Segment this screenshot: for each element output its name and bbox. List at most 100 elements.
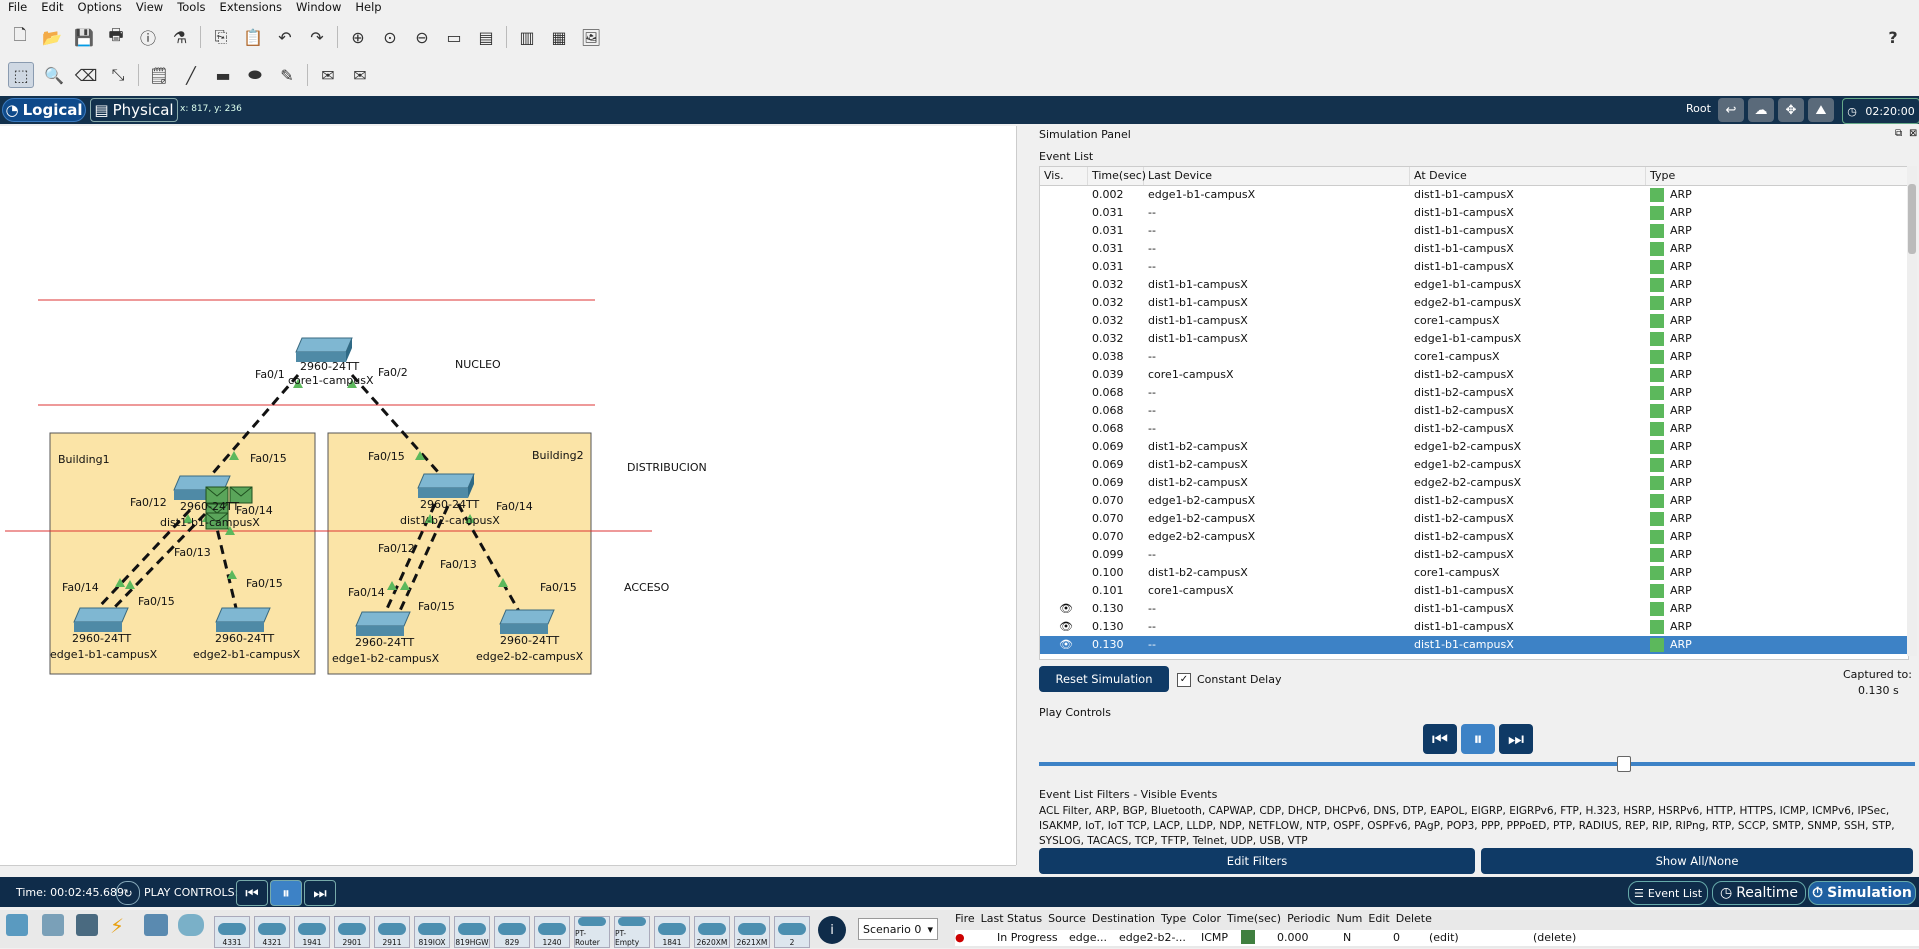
event-vis[interactable]	[1040, 510, 1088, 528]
open-folder-icon[interactable]: 📂	[40, 25, 64, 49]
device-model-item[interactable]: 2901	[334, 916, 370, 948]
device-model-item[interactable]: 2	[774, 916, 810, 948]
event-row[interactable]: 0.038 -- core1-campusX ARP	[1040, 348, 1908, 366]
device-model-item[interactable]: 819IOX	[414, 916, 450, 948]
event-vis[interactable]	[1040, 528, 1088, 546]
menu-file[interactable]: File	[0, 0, 33, 14]
pdu-col-header[interactable]: Edit	[1368, 910, 1395, 928]
edge2b1-name[interactable]: edge2-b1-campusX	[193, 648, 300, 661]
edge1b1-name[interactable]: edge1-b1-campusX	[50, 648, 157, 661]
help-icon[interactable]: ?	[1881, 25, 1905, 49]
pdu-info-icon[interactable]: i	[818, 916, 846, 944]
event-list-toggle[interactable]: ☰ Event List	[1628, 881, 1708, 905]
device-model-item[interactable]: PT-Router	[574, 916, 610, 948]
event-row[interactable]: 0.068 -- dist1-b2-campusX ARP	[1040, 402, 1908, 420]
event-row[interactable]: 0.069 dist1-b2-campusX edge1-b2-campusX ARP	[1040, 438, 1908, 456]
viewport-icon[interactable]: ▥	[515, 25, 539, 49]
device-model-item[interactable]: 2620XM	[694, 916, 730, 948]
move-icon[interactable]: ✥	[1778, 98, 1804, 122]
pdu-col-header[interactable]: Source	[1048, 910, 1092, 928]
col-time[interactable]: Time(sec)	[1088, 167, 1146, 185]
event-vis[interactable]	[1040, 222, 1088, 240]
redo-icon[interactable]: ↷	[305, 25, 329, 49]
menu-view[interactable]: View	[128, 0, 169, 14]
custom-device-icon[interactable]: ▤	[474, 25, 498, 49]
zoom-out-icon[interactable]: ⊖	[410, 25, 434, 49]
menu-window[interactable]: Window	[288, 0, 347, 14]
event-row[interactable]: 0.070 edge1-b2-campusX dist1-b2-campusX ARP	[1040, 510, 1908, 528]
fire-icon[interactable]: ●	[955, 930, 997, 946]
pdu-table-row[interactable]: ● In Progress edge... edge2-b2-... ICMP 0.000…	[955, 930, 1919, 946]
col-last-device[interactable]: Last Device	[1144, 167, 1410, 185]
event-row[interactable]: 0.032 dist1-b1-campusX edge1-b1-campusX ARP	[1040, 330, 1908, 348]
simulation-mode-button[interactable]: ⏱ Simulation	[1808, 881, 1916, 905]
bottom-pause-icon[interactable]: ⏸	[270, 880, 302, 906]
device-model-item[interactable]: 1941	[294, 916, 330, 948]
event-row[interactable]: 0.039 core1-campusX dist1-b2-campusX ARP	[1040, 366, 1908, 384]
event-vis[interactable]	[1040, 330, 1088, 348]
event-vis[interactable]	[1040, 348, 1088, 366]
ellipse-icon[interactable]: ⬬	[243, 63, 267, 87]
undock-icon[interactable]: ⧉	[1895, 128, 1902, 139]
resize-icon[interactable]: ⤡	[106, 63, 130, 87]
event-vis[interactable]	[1040, 402, 1088, 420]
back-icon[interactable]: ↩	[1718, 98, 1744, 122]
close-icon[interactable]: ⊠	[1909, 128, 1917, 139]
event-row[interactable]: 0.099 -- dist1-b2-campusX ARP	[1040, 546, 1908, 564]
device-model-item[interactable]: 2911	[374, 916, 410, 948]
event-vis[interactable]	[1040, 294, 1088, 312]
dist1b2-name[interactable]: dist1-b2-campusX	[400, 514, 500, 527]
pause-icon[interactable]: ⏸	[1461, 724, 1495, 754]
core1-name[interactable]: core1-campusX	[288, 374, 374, 387]
event-vis[interactable]	[1040, 456, 1088, 474]
event-vis[interactable]	[1040, 438, 1088, 456]
event-list-table[interactable]: Vis. Time(sec) Last Device At Device Typ…	[1039, 166, 1909, 660]
miscellaneous-category-icon[interactable]	[144, 914, 168, 936]
device-model-item[interactable]: 2621XM	[734, 916, 770, 948]
zoom-in-icon[interactable]: ⊕	[346, 25, 370, 49]
note-icon[interactable]: 🗒	[147, 63, 171, 87]
clock-widget[interactable]: ◷ 02:20:00	[1842, 98, 1919, 124]
pdu-col-header[interactable]: Delete	[1396, 910, 1438, 928]
event-row[interactable]: 0.031 -- dist1-b1-campusX ARP	[1040, 222, 1908, 240]
device-model-item[interactable]: PT-Empty	[614, 916, 650, 948]
event-row[interactable]: 0.031 -- dist1-b1-campusX ARP	[1040, 204, 1908, 222]
event-row[interactable]: 0.069 dist1-b2-campusX edge2-b2-campusX ARP	[1040, 474, 1908, 492]
event-vis[interactable]	[1040, 546, 1088, 564]
col-vis[interactable]: Vis.	[1040, 167, 1088, 185]
event-row[interactable]: 0.032 dist1-b1-campusX edge2-b1-campusX ARP	[1040, 294, 1908, 312]
event-row[interactable]: 0.101 core1-campusX dist1-b1-campusX ARP	[1040, 582, 1908, 600]
event-row[interactable]: 0.002 edge1-b1-campusX dist1-b1-campusX ARP	[1040, 186, 1908, 204]
pdu-col-header[interactable]: Type	[1161, 910, 1192, 928]
complex-pdu-icon[interactable]: ✉	[348, 63, 372, 87]
save-icon[interactable]: 💾	[72, 25, 96, 49]
undo-icon[interactable]: ↶	[273, 25, 297, 49]
device-model-item[interactable]: 4331	[214, 916, 250, 948]
eye-icon[interactable]: 👁	[1040, 600, 1088, 618]
eye-icon[interactable]: 👁	[1040, 636, 1088, 654]
edge1b2-name[interactable]: edge1-b2-campusX	[332, 652, 439, 665]
event-row[interactable]: 👁 0.130 -- dist1-b1-campusX ARP	[1040, 600, 1908, 618]
bottom-step-back-icon[interactable]: ⏮	[236, 880, 268, 906]
pdu-col-header[interactable]: Last Status	[981, 910, 1048, 928]
menu-help[interactable]: Help	[347, 0, 387, 14]
step-back-icon[interactable]: ⏮	[1423, 724, 1457, 754]
device-model-item[interactable]: 1841	[654, 916, 690, 948]
pdu-delete[interactable]: (delete)	[1533, 930, 1919, 946]
line-icon[interactable]: ╱	[179, 63, 203, 87]
pdu-col-header[interactable]: Num	[1336, 910, 1368, 928]
pdu-col-header[interactable]: Time(sec)	[1227, 910, 1287, 928]
step-forward-icon[interactable]: ⏭	[1499, 724, 1533, 754]
eye-icon[interactable]: 👁	[1040, 618, 1088, 636]
realtime-mode-button[interactable]: ◷ Realtime	[1712, 881, 1806, 905]
device-model-item[interactable]: 829	[494, 916, 530, 948]
event-row[interactable]: 0.069 dist1-b2-campusX edge1-b2-campusX ARP	[1040, 456, 1908, 474]
event-vis[interactable]	[1040, 492, 1088, 510]
multiuser-category-icon[interactable]	[178, 914, 204, 936]
tab-physical[interactable]: ▤ Physical	[90, 98, 178, 122]
event-row[interactable]: 0.031 -- dist1-b1-campusX ARP	[1040, 240, 1908, 258]
background-image-icon[interactable]: ⛰	[1808, 98, 1834, 122]
edge2b2-name[interactable]: edge2-b2-campusX	[476, 650, 583, 663]
event-vis[interactable]	[1040, 258, 1088, 276]
event-row[interactable]: 0.031 -- dist1-b1-campusX ARP	[1040, 258, 1908, 276]
